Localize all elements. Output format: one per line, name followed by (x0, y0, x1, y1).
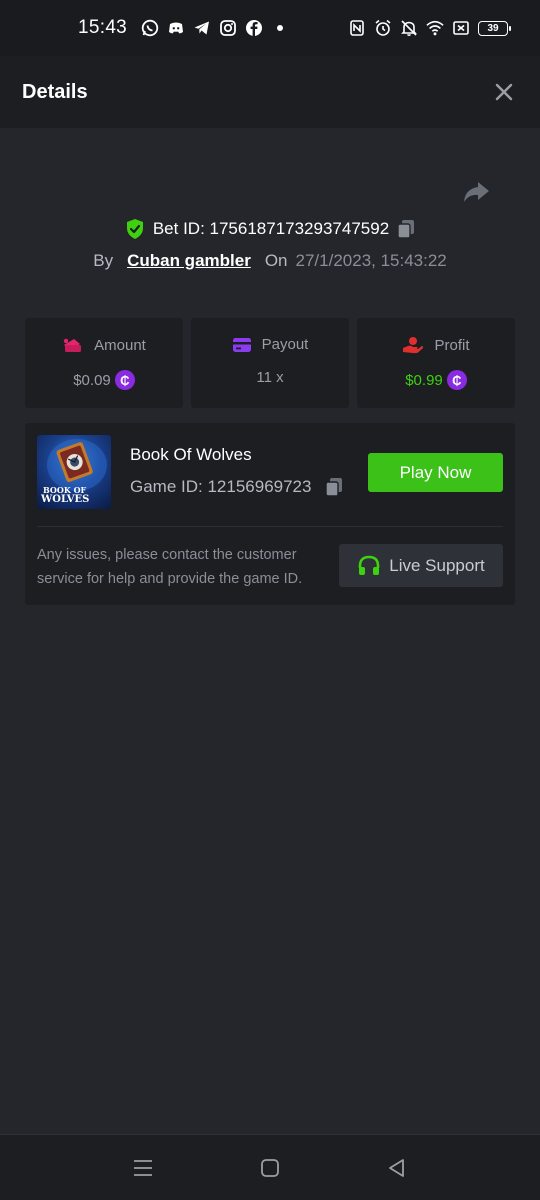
game-card: BOOK OF WOLVES Book Of Wolves Game ID: 1… (25, 423, 515, 605)
game-name: Book Of Wolves (130, 445, 252, 464)
discord-icon (167, 19, 185, 37)
stat-label: Payout (261, 336, 309, 353)
support-text: Any issues, please contact the customer … (37, 547, 303, 587)
stat-label: Profit (434, 336, 470, 354)
back-button[interactable] (377, 1148, 417, 1188)
game-id-row: Game ID: 12156969723 (130, 477, 343, 497)
sim-icon (452, 19, 470, 37)
amount-value: $0.09 (73, 371, 111, 389)
copy-bet-id-icon[interactable] (397, 219, 415, 239)
stat-card-profit: Profit $0.99 ₵ (357, 318, 515, 408)
coin-icon: ₵ (114, 370, 135, 390)
battery-icon: 39 (478, 20, 511, 36)
back-triangle-icon (388, 1158, 404, 1177)
wifi-icon (426, 19, 444, 37)
game-id: Game ID: 12156969723 (130, 477, 312, 496)
stat-card-amount: Amount $0.09 ₵ (25, 318, 183, 408)
notification-icons (141, 19, 289, 37)
payout-value: 11 x (256, 369, 284, 386)
stat-head: Profit (402, 336, 470, 354)
system-nav-bar (0, 1134, 540, 1200)
status-time: 15:43 (78, 17, 128, 38)
stat-value: $0.99 ₵ (405, 370, 467, 390)
on-label: On (264, 251, 288, 270)
share-button[interactable] (462, 180, 490, 204)
stat-head: Payout (232, 336, 309, 353)
instagram-icon (219, 19, 237, 37)
book-icon: BOOK OF WOLVES (40, 439, 107, 505)
close-button[interactable] (490, 78, 518, 106)
status-bar: 15:43 39 (0, 0, 540, 56)
header: Details (0, 56, 540, 128)
divider (37, 526, 503, 527)
bet-meta-row: By Cuban gambler On 27/1/2023, 15:43:22 (0, 248, 540, 274)
stat-label: Amount (94, 336, 146, 354)
page-title: Details (22, 80, 88, 103)
telegram-icon (193, 19, 211, 37)
stat-head: Amount (62, 336, 146, 354)
live-support-label: Live Support (389, 555, 485, 575)
share-icon (464, 182, 489, 202)
facebook-icon (245, 19, 263, 37)
menu-icon (134, 1159, 153, 1176)
stat-value: 11 x (256, 369, 283, 386)
by-label: By (93, 251, 114, 270)
alarm-icon (374, 19, 392, 37)
headset-icon (358, 555, 380, 575)
profit-value: $0.99 (405, 371, 443, 389)
recent-apps-button[interactable] (123, 1148, 163, 1188)
mute-icon (400, 19, 418, 37)
thumb-title-2: WOLVES (40, 494, 89, 505)
stat-value: $0.09 ₵ (73, 370, 135, 390)
home-button[interactable] (250, 1148, 290, 1188)
whatsapp-icon (141, 19, 159, 37)
bet-id-row: Bet ID: 1756187173293747592 (0, 214, 540, 244)
shield-check-icon (126, 219, 143, 239)
live-support-button[interactable]: Live Support (339, 544, 503, 587)
home-square-icon (261, 1158, 279, 1177)
dot-icon (271, 19, 289, 37)
stat-card-payout: Payout 11 x (191, 318, 349, 408)
system-icons: 39 (348, 19, 511, 37)
coin-icon: ₵ (446, 370, 467, 390)
copy-game-id-icon[interactable] (325, 477, 343, 497)
nfc-icon (348, 19, 366, 37)
play-now-button[interactable]: Play Now (368, 453, 503, 492)
game-thumbnail[interactable]: BOOK OF WOLVES (37, 435, 111, 509)
card-icon (232, 337, 251, 352)
bet-id: Bet ID: 1756187173293747592 (152, 219, 390, 238)
close-icon (495, 83, 513, 101)
bet-date: 27/1/2023, 15:43:22 (295, 251, 447, 270)
user-link[interactable]: Cuban gambler (127, 251, 251, 271)
profit-icon (403, 337, 424, 354)
amount-icon (63, 338, 82, 352)
